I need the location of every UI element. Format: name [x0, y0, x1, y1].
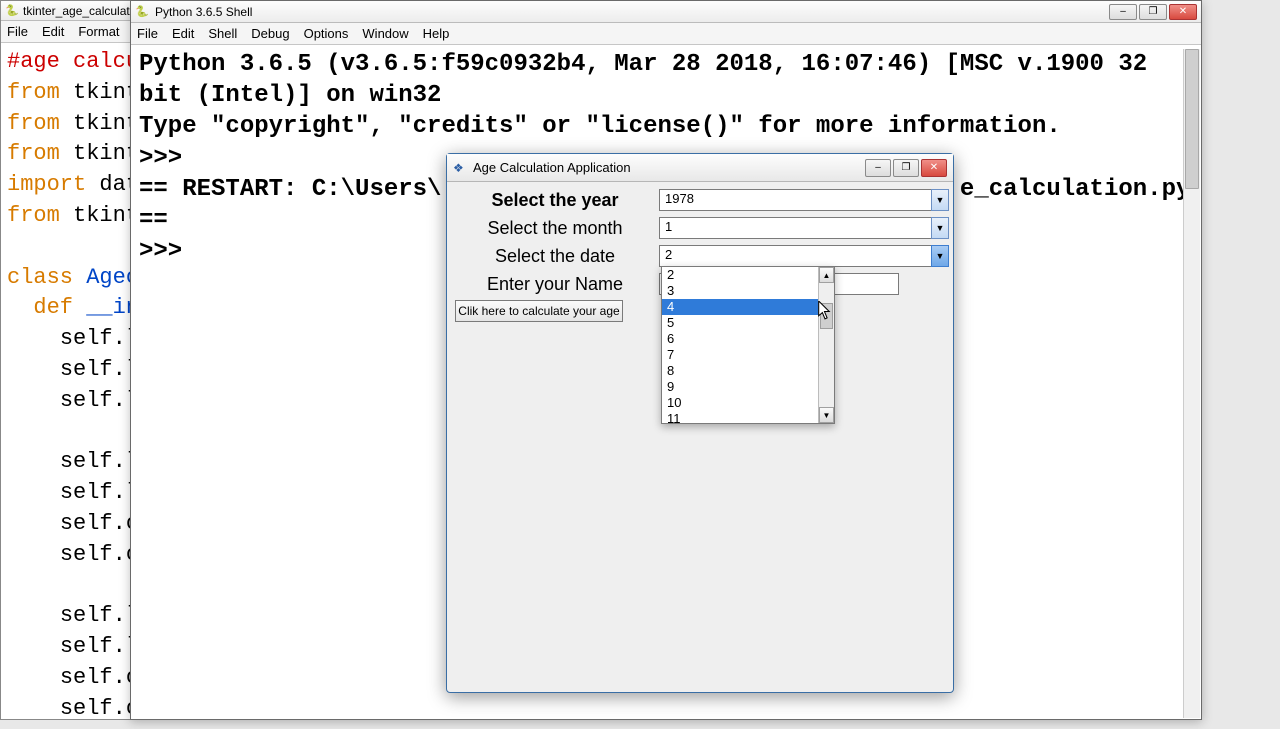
- menu-shell[interactable]: Shell: [208, 26, 237, 41]
- dropdown-item[interactable]: 8: [662, 363, 834, 379]
- calculate-button[interactable]: Clik here to calculate your age: [455, 300, 623, 322]
- kw: def: [33, 295, 73, 320]
- dropdown-item[interactable]: 3: [662, 283, 834, 299]
- python-icon: 🐍: [135, 5, 149, 19]
- code-comment: #age calcu: [7, 49, 139, 74]
- stmt: self.c: [60, 511, 139, 536]
- label-name: Enter your Name: [451, 274, 659, 295]
- dropdown-item[interactable]: 11: [662, 411, 834, 423]
- shell-menubar: File Edit Shell Debug Options Window Hel…: [131, 23, 1201, 45]
- row-month: Select the month 1 ▼: [451, 214, 949, 242]
- date-dropdown: 2 3 4 5 6 7 8 9 10 11 ▲ ▼: [661, 266, 835, 424]
- kw: import: [7, 172, 86, 197]
- combo-date[interactable]: 2 ▼: [659, 245, 949, 267]
- shell-title-text: Python 3.6.5 Shell: [155, 5, 252, 19]
- combo-year[interactable]: 1978 ▼: [659, 189, 949, 211]
- close-button[interactable]: ✕: [921, 159, 947, 177]
- maximize-button[interactable]: ❐: [893, 159, 919, 177]
- kw: from: [7, 80, 60, 105]
- dialog-body: Select the year 1978 ▼ Select the month …: [447, 182, 953, 326]
- menu-file[interactable]: File: [137, 26, 158, 41]
- menu-options[interactable]: Options: [304, 26, 349, 41]
- menu-edit[interactable]: Edit: [172, 26, 194, 41]
- label-month: Select the month: [451, 218, 659, 239]
- minimize-button[interactable]: –: [865, 159, 891, 177]
- kw: from: [7, 111, 60, 136]
- chevron-down-icon[interactable]: ▼: [931, 245, 949, 267]
- dropdown-item[interactable]: 9: [662, 379, 834, 395]
- combo-month-value[interactable]: 1: [659, 217, 931, 239]
- shell-prompt: >>>: [139, 145, 197, 172]
- dropdown-list: 2 3 4 5 6 7 8 9 10 11: [662, 267, 834, 423]
- dropdown-item[interactable]: 10: [662, 395, 834, 411]
- shell-scrollbar[interactable]: [1183, 49, 1200, 718]
- shell-window-buttons: – ❐ ✕: [1109, 4, 1197, 20]
- minimize-button[interactable]: –: [1109, 4, 1137, 20]
- shell-copyright: Type "copyright", "credits" or "license(…: [139, 113, 1061, 140]
- row-year: Select the year 1978 ▼: [451, 186, 949, 214]
- shell-version: Python 3.6.5 (v3.6.5:f59c0932b4, Mar 28 …: [139, 51, 1162, 109]
- label-date: Select the date: [451, 246, 659, 267]
- dropdown-item[interactable]: 6: [662, 331, 834, 347]
- shell-titlebar[interactable]: 🐍 Python 3.6.5 Shell – ❐ ✕: [131, 1, 1201, 23]
- stmt: self.c: [60, 696, 139, 721]
- menu-edit[interactable]: Edit: [42, 24, 64, 39]
- kw: class: [7, 265, 73, 290]
- close-button[interactable]: ✕: [1169, 4, 1197, 20]
- stmt: self.c: [60, 542, 139, 567]
- combo-month[interactable]: 1 ▼: [659, 217, 949, 239]
- menu-debug[interactable]: Debug: [251, 26, 289, 41]
- editor-title-text: tkinter_age_calculat: [23, 4, 130, 18]
- shell-prompt: >>>: [139, 238, 197, 265]
- menu-help[interactable]: Help: [423, 26, 450, 41]
- combo-date-value[interactable]: 2: [659, 245, 931, 267]
- maximize-button[interactable]: ❐: [1139, 4, 1167, 20]
- python-icon: 🐍: [5, 4, 19, 18]
- chevron-down-icon[interactable]: ▼: [931, 217, 949, 239]
- label-year: Select the year: [451, 190, 659, 211]
- age-calc-dialog: ❖ Age Calculation Application – ❐ ✕ Sele…: [446, 153, 954, 693]
- scroll-down-icon[interactable]: ▼: [819, 407, 834, 423]
- tk-feather-icon: ❖: [453, 161, 467, 175]
- scroll-track[interactable]: [819, 283, 834, 407]
- dialog-window-buttons: – ❐ ✕: [865, 159, 947, 177]
- menu-format[interactable]: Format: [78, 24, 119, 39]
- dropdown-item[interactable]: 7: [662, 347, 834, 363]
- dropdown-scrollbar[interactable]: ▲ ▼: [818, 267, 834, 423]
- kw: from: [7, 141, 60, 166]
- dialog-title-text: Age Calculation Application: [473, 160, 631, 175]
- menu-window[interactable]: Window: [362, 26, 408, 41]
- menu-file[interactable]: File: [7, 24, 28, 39]
- combo-year-value[interactable]: 1978: [659, 189, 931, 211]
- scroll-up-icon[interactable]: ▲: [819, 267, 834, 283]
- scrollbar-thumb[interactable]: [1185, 49, 1199, 189]
- dropdown-item-highlighted[interactable]: 4: [662, 299, 834, 315]
- dropdown-item[interactable]: 5: [662, 315, 834, 331]
- kw: from: [7, 203, 60, 228]
- chevron-down-icon[interactable]: ▼: [931, 189, 949, 211]
- dialog-titlebar[interactable]: ❖ Age Calculation Application – ❐ ✕: [447, 154, 953, 182]
- stmt: self.c: [60, 665, 139, 690]
- scroll-thumb[interactable]: [820, 303, 833, 329]
- dropdown-item[interactable]: 2: [662, 267, 834, 283]
